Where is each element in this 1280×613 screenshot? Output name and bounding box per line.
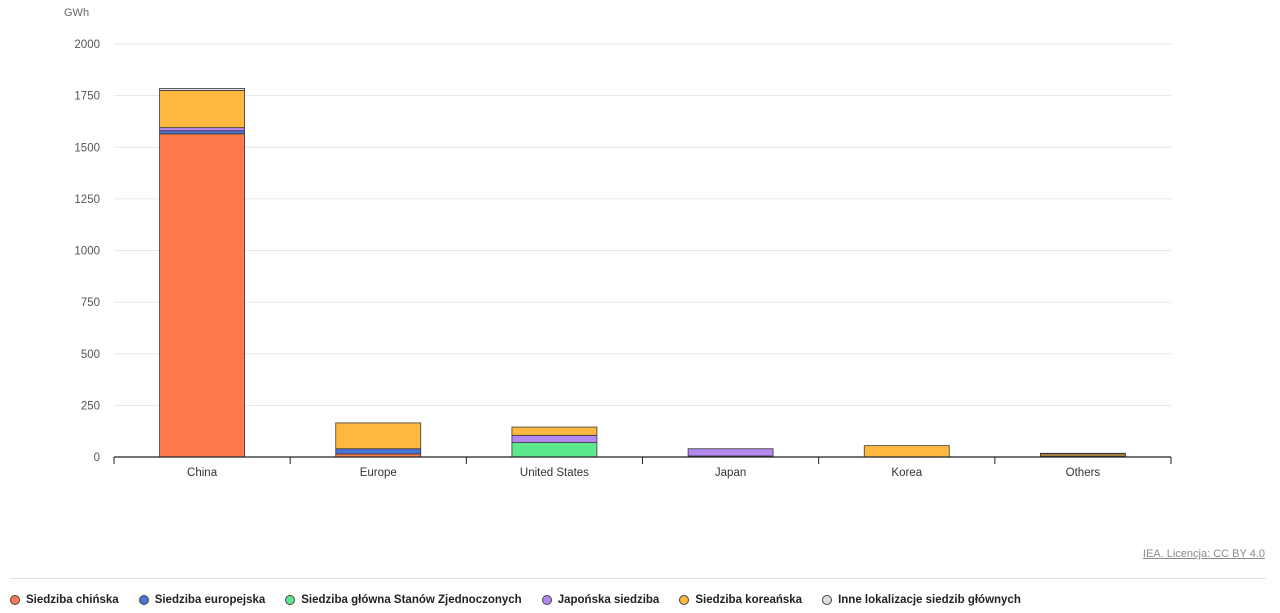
y-unit-label: GWh	[64, 7, 89, 19]
x-tick-label: Korea	[891, 467, 922, 479]
legend-swatch-icon	[10, 595, 20, 605]
bar-segment	[511, 434, 598, 443]
legend-divider	[10, 578, 1266, 579]
legend-swatch-icon	[679, 595, 690, 605]
legend-item[interactable]: Siedziba chińska	[10, 594, 119, 606]
legend-label: Siedziba chińska	[26, 594, 119, 606]
legend-item[interactable]: Siedziba europejska	[138, 594, 266, 606]
legend-swatch-icon	[285, 595, 296, 605]
y-tick-label: 750	[81, 297, 100, 309]
legend-label: Japońska siedziba	[557, 594, 660, 606]
bar-segment	[687, 448, 774, 457]
bar-segment	[159, 133, 245, 458]
legend-swatch-icon	[822, 595, 833, 605]
y-tick-label: 250	[81, 400, 100, 412]
y-tick-label: 1250	[74, 194, 100, 206]
y-tick-label: 1750	[74, 91, 100, 103]
bar-segment	[159, 127, 245, 132]
bar-segment	[335, 422, 422, 450]
legend-swatch-icon	[138, 595, 149, 605]
source-credit-link[interactable]: IEA. Licencja: CC BY 4.0	[1143, 548, 1265, 560]
y-axis: 0 250 500 750 1000 1250 1500 1750 2000	[74, 39, 100, 464]
bar-segment	[511, 442, 598, 458]
y-tick-label: 1500	[74, 142, 100, 154]
gridlines	[114, 43, 1171, 406]
x-tick-label: Europe	[360, 467, 397, 479]
legend-item[interactable]: Siedziba główna Stanów Zjednoczonych	[285, 594, 522, 606]
bar-segment	[335, 448, 422, 455]
bar-segment	[511, 426, 598, 436]
x-tick-label: Japan	[715, 467, 746, 479]
legend-label: Siedziba europejska	[154, 594, 266, 606]
legend-item[interactable]: Inne lokalizacje siedzib głównych	[822, 594, 1021, 606]
legend-label: Siedziba główna Stanów Zjednoczonych	[301, 594, 522, 606]
y-tick-label: 500	[81, 349, 100, 361]
bar-segment	[159, 90, 245, 129]
bars	[159, 87, 1126, 458]
x-tick-label: China	[187, 467, 218, 479]
y-tick-label: 0	[94, 452, 100, 464]
x-axis: China Europe United States Japan Korea Others	[113, 456, 1172, 479]
legend-swatch-icon	[541, 595, 552, 605]
legend-label: Siedziba koreańska	[695, 594, 803, 606]
chart: GWh 0 250 500 750 1000 1250 1500 1750 2000 China…	[64, 7, 1172, 479]
x-tick-label: United States	[520, 467, 589, 479]
x-tick-label: Others	[1066, 467, 1101, 479]
bar-segment	[1040, 452, 1126, 455]
bar-segment	[863, 445, 950, 458]
legend: Siedziba chińska Siedziba europejska Siedz…	[10, 594, 1021, 606]
legend-item[interactable]: Siedziba koreańska	[679, 594, 802, 606]
legend-label: Inne lokalizacje siedzib głównych	[838, 594, 1021, 606]
legend-item[interactable]: Japońska siedziba	[541, 594, 660, 606]
y-tick-label: 1000	[74, 246, 100, 258]
bar-segment	[159, 87, 245, 91]
y-tick-label: 2000	[74, 39, 100, 51]
bar-segment	[159, 130, 245, 135]
